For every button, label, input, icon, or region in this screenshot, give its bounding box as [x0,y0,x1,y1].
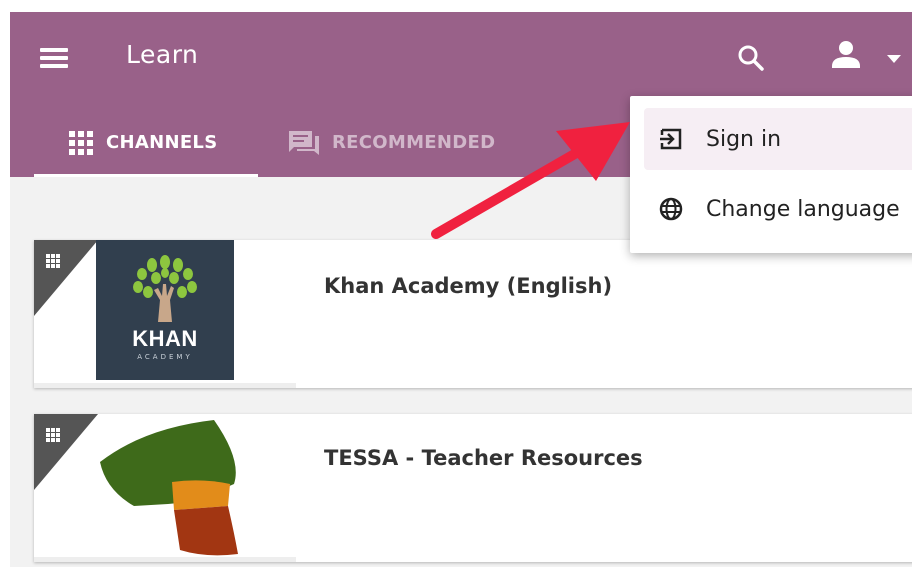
channel-card-khan-academy[interactable]: KHAN ACADEMY Khan Academy (English) [34,240,912,388]
active-tab-indicator [34,174,258,177]
khan-logo-subtext: ACADEMY [137,353,193,361]
channel-card-tessa[interactable]: TESSA - Teacher Resources [34,414,912,562]
search-button[interactable] [733,40,769,76]
tab-channels[interactable]: CHANNELS [34,108,260,177]
recommended-icon [288,130,320,156]
channel-corner-badge [34,414,98,490]
hamburger-menu-button[interactable] [38,44,72,74]
tab-recommended[interactable]: RECOMMENDED [288,108,495,177]
menu-item-label: Change language [706,196,900,222]
tessa-logo [100,420,238,556]
tab-channels-label: CHANNELS [106,132,218,153]
app-window: Learn CHANNELS RECOMMENDED KHAN ACADEMY … [10,12,912,567]
channel-title: TESSA - Teacher Resources [324,446,643,470]
page-title: Learn [126,40,199,69]
khan-academy-logo: KHAN ACADEMY [96,240,234,380]
user-menu-button[interactable] [826,36,906,76]
grid-icon [68,130,94,156]
caret-down-icon [887,55,901,63]
thumbnail-progress-bar [34,383,296,388]
menu-item-label: Sign in [706,126,782,152]
search-icon [738,45,764,71]
tree-icon [133,255,197,322]
sign-in-icon [658,126,688,152]
menu-item-sign-in[interactable]: Sign in [644,108,912,170]
khan-logo-text: KHAN [132,326,198,351]
user-dropdown-menu: Sign in Change language [630,96,912,253]
menu-item-change-language[interactable]: Change language [644,178,912,240]
user-icon [832,41,860,68]
channel-corner-badge [34,240,98,316]
tab-recommended-label: RECOMMENDED [332,132,496,153]
thumbnail-progress-bar [34,557,296,562]
globe-icon [658,196,688,222]
channel-title: Khan Academy (English) [324,274,613,298]
